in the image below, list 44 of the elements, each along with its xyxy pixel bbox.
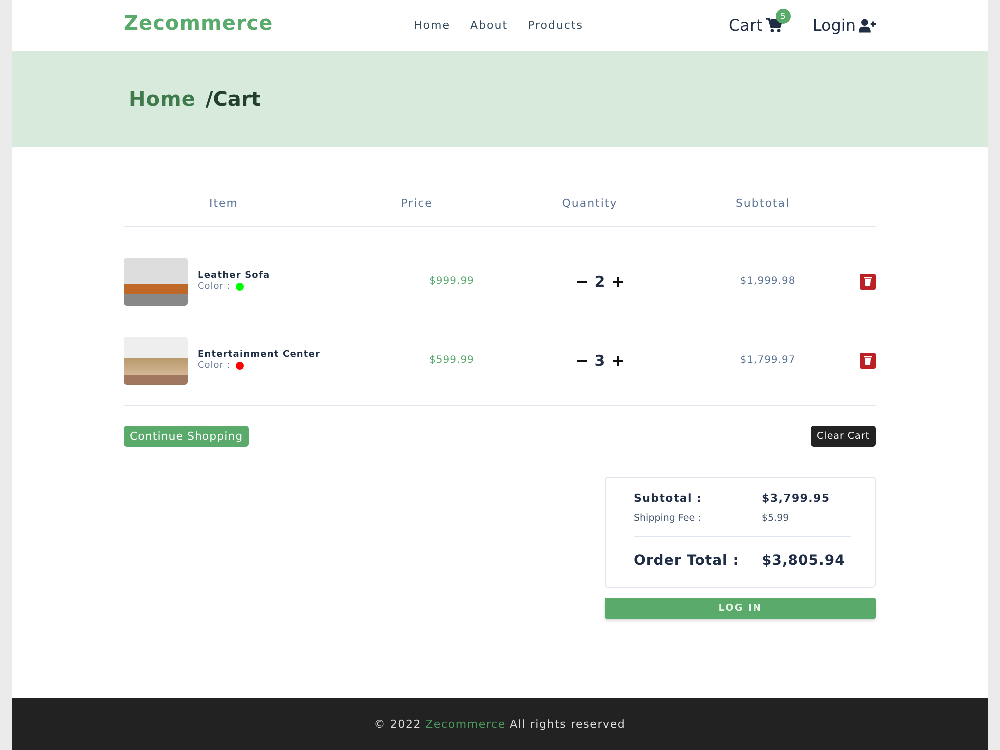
cart-count-badge: 5 — [776, 9, 791, 24]
cart-icon — [766, 18, 783, 33]
quantity-value: 2 — [594, 272, 606, 290]
subtotal-label: Subtotal : — [634, 492, 704, 505]
nav-link[interactable]: About — [470, 19, 508, 32]
rights-text: All rights reserved — [510, 718, 626, 730]
quantity-value: 3 — [594, 352, 606, 370]
photo-placeholder — [124, 258, 188, 306]
brand-link[interactable]: Zecommerce — [426, 718, 506, 730]
increase-button[interactable] — [613, 356, 624, 366]
column-header: Price — [400, 197, 434, 210]
color-label: Color : — [198, 361, 231, 371]
shipping-fee-label: Shipping Fee : — [634, 513, 702, 524]
subtotal-value: $3,799.95 — [762, 492, 830, 505]
clear-cart-button[interactable]: Clear Cart — [811, 426, 876, 447]
plus-icon — [613, 276, 624, 286]
breadcrumb-current: /Cart — [206, 87, 261, 111]
shipping-fee-value: $5.99 — [762, 513, 790, 524]
subtotal: $1,999.98 — [739, 276, 797, 287]
column-header: Item — [208, 197, 240, 210]
column-header: Quantity — [561, 197, 619, 210]
price: $999.99 — [428, 276, 476, 287]
subtotal: $1,799.97 — [739, 355, 797, 366]
plus-icon — [613, 356, 624, 366]
trash-icon — [864, 277, 872, 286]
trash-icon — [864, 356, 872, 365]
price: $599.99 — [428, 355, 476, 366]
product-name: Entertainment Center — [198, 350, 321, 360]
column-header: Subtotal — [734, 197, 792, 210]
add-user-icon — [859, 18, 876, 32]
delete-button[interactable] — [860, 274, 876, 290]
login-link[interactable]: Login — [812, 16, 876, 35]
nav-link[interactable]: Home — [414, 19, 450, 32]
color-label: Color : — [198, 282, 231, 292]
order-total-value: $3,805.94 — [762, 553, 846, 569]
photo-placeholder — [124, 336, 188, 384]
order-total-label: Order Total : — [634, 553, 740, 569]
product-name: Leather Sofa — [198, 271, 270, 281]
increase-button[interactable] — [613, 276, 624, 286]
cart-link[interactable]: Cart 5 — [729, 6, 791, 35]
delete-button[interactable] — [860, 352, 876, 368]
copyright-text: © 2022 — [374, 718, 422, 730]
breadcrumb-home-link[interactable]: Home — [129, 87, 196, 111]
nav-link[interactable]: Products — [528, 19, 584, 32]
